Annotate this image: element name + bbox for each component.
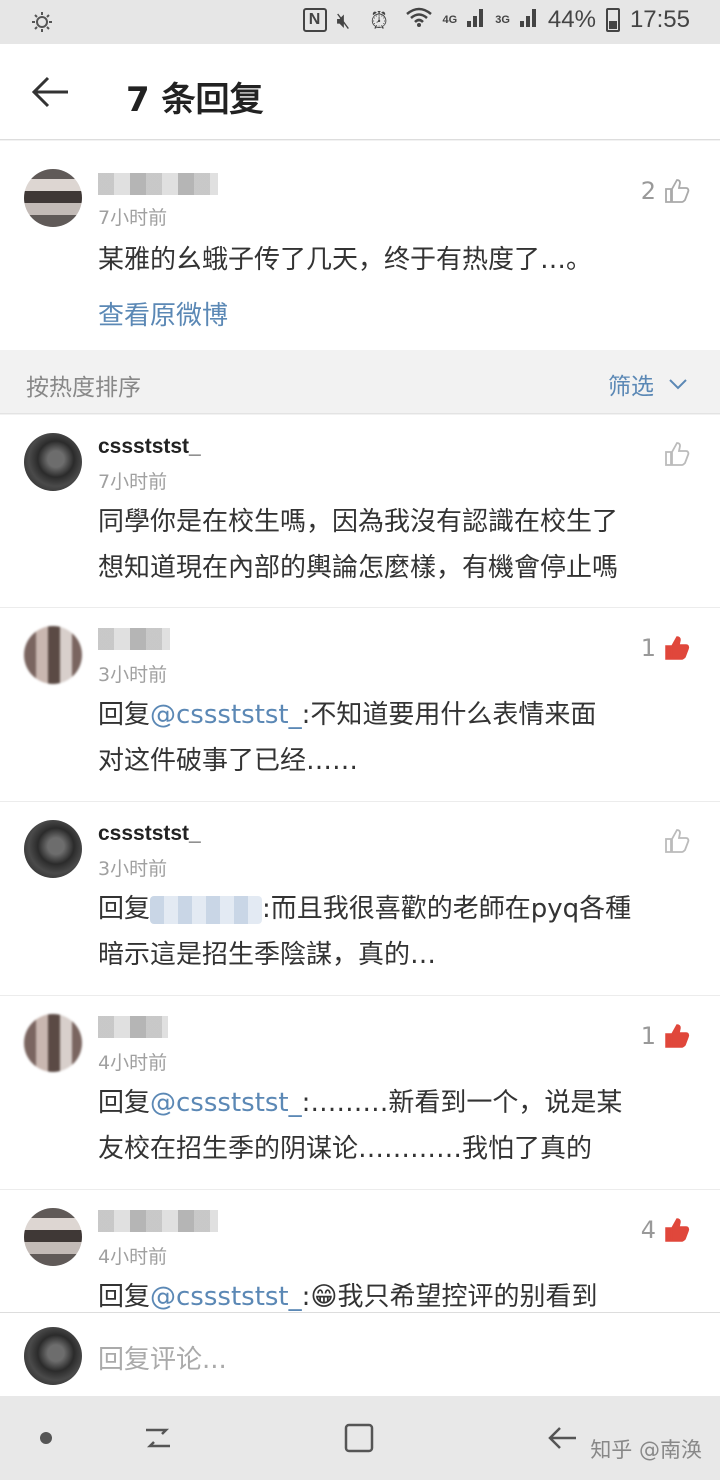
list-item: 4小时前 4 回复@cssststst_:😁我只希望控评的别看到: [0, 1190, 720, 1312]
alarm-icon: ⏰︎: [370, 8, 388, 33]
like-button[interactable]: [664, 828, 690, 854]
reply-text: :而且我很喜歡的老師在pyq各種: [262, 894, 632, 924]
mention-link[interactable]: @cssststst_: [150, 700, 302, 730]
comment-text-line: 想知道現在內部的輿論怎麼樣，有機會停止嗎: [98, 553, 619, 583]
avatar[interactable]: [24, 433, 82, 491]
redacted-username: [98, 1210, 218, 1232]
comment-username[interactable]: cssststst_: [98, 822, 201, 846]
like-button[interactable]: 1: [641, 634, 690, 662]
comment-list: cssststst_ 7小时前 同學你是在校生嗎，因為我沒有認識在校生了 想知道…: [0, 415, 720, 1312]
comment-text-line: 回复 :而且我很喜歡的老師在pyq各種: [98, 886, 631, 932]
comment-time: 7小时前: [98, 471, 168, 493]
reply-text: :😁我只希望控评的别看到: [301, 1282, 598, 1312]
redacted-mention: [150, 895, 263, 924]
comment-text-line: 暗示這是招生季陰謀，真的…: [98, 940, 437, 970]
like-button[interactable]: [664, 441, 690, 467]
reply-text: :不知道要用什么表情来面: [301, 700, 597, 730]
thumbs-up-filled-icon: [665, 636, 690, 660]
avatar[interactable]: [24, 1014, 82, 1072]
comment-time: 7小时前: [98, 207, 168, 229]
comment-time: 4小时前: [98, 1052, 168, 1074]
avatar[interactable]: [24, 169, 82, 227]
my-avatar: [24, 1327, 82, 1385]
watermark: 知乎 @南涣: [590, 1438, 702, 1462]
thumbs-up-filled-icon: [665, 1218, 690, 1242]
comment-time: 3小时前: [98, 664, 168, 686]
mute-icon: 🔇︎: [336, 8, 351, 33]
thumbs-up-icon: [665, 829, 690, 853]
comment-text-line: 友校在招生季的阴谋论…………我怕了真的: [98, 1134, 593, 1164]
page-title: 7 条回复: [126, 80, 264, 120]
comment-text-line: 对这件破事了已经……: [98, 746, 359, 776]
avatar[interactable]: [24, 1208, 82, 1266]
list-item: 4小时前 1 回复@cssststst_:………新看到一个，说是某 友校在招生季…: [0, 996, 720, 1190]
status-bar: N 🔇︎ ⏰︎ 4G 3G 44% 17:55: [0, 0, 720, 44]
network-4g-label: 4G: [442, 14, 458, 26]
like-button[interactable]: 4: [641, 1216, 690, 1244]
nav-dot-icon[interactable]: [40, 1432, 52, 1444]
avatar[interactable]: [24, 820, 82, 878]
reply-prefix: 回复: [98, 894, 151, 924]
list-item: cssststst_ 7小时前 同學你是在校生嗎，因為我沒有認識在校生了 想知道…: [0, 415, 720, 608]
filter-button[interactable]: 筛选: [608, 367, 688, 401]
like-count: 4: [640, 1216, 656, 1244]
battery-icon: [605, 8, 620, 32]
app-header: 7 条回复: [0, 44, 720, 140]
original-comment: 7小时前 2 某雅的幺蛾子传了几天，终于有热度了…。 查看原微博: [0, 141, 720, 350]
avatar[interactable]: [24, 626, 82, 684]
mention-link[interactable]: @cssststst_: [150, 1282, 302, 1312]
comment-text: 某雅的幺蛾子传了几天，终于有热度了…。: [98, 245, 593, 275]
battery-percent: 44%: [547, 6, 596, 33]
comment-time: 4小时前: [98, 1246, 168, 1268]
like-button[interactable]: 1: [641, 1022, 690, 1050]
redacted-username: [98, 1016, 168, 1038]
thumbs-up-icon: [665, 179, 690, 203]
reply-bar: 回复评论...: [0, 1312, 720, 1396]
home-icon[interactable]: [341, 1420, 377, 1456]
sort-label[interactable]: 按热度排序: [26, 368, 141, 402]
back-arrow-icon[interactable]: [28, 72, 72, 112]
comment-text-line: 回复@cssststst_:😁我只希望控评的别看到: [98, 1274, 598, 1312]
filter-label: 筛选: [608, 374, 654, 400]
signal-icon-1: [467, 6, 485, 34]
signal-icon-2: [519, 6, 538, 34]
like-button[interactable]: 2: [641, 177, 690, 205]
redacted-username: [98, 173, 218, 195]
mention-link[interactable]: @cssststst_: [150, 1088, 302, 1118]
chevron-down-icon: [669, 379, 687, 390]
recent-apps-icon[interactable]: [140, 1420, 176, 1456]
comment-time: 3小时前: [98, 858, 168, 880]
comment-text-line: 回复@cssststst_:………新看到一个，说是某: [98, 1080, 622, 1126]
like-count: 1: [640, 634, 656, 662]
comment-text-line: 同學你是在校生嗎，因為我沒有認識在校生了: [98, 507, 619, 537]
reply-input[interactable]: 回复评论...: [98, 1339, 227, 1376]
reply-prefix: 回复: [98, 1282, 151, 1312]
redacted-username: [98, 628, 170, 650]
network-3g-label: 3G: [495, 14, 510, 26]
list-item: 3小时前 1 回复@cssststst_:不知道要用什么表情来面 对这件破事了已…: [0, 608, 720, 802]
view-original-weibo-link[interactable]: 查看原微博: [98, 295, 228, 332]
reply-prefix: 回复: [98, 1088, 151, 1118]
nfc-icon: N: [302, 8, 327, 32]
system-nav-bar: 知乎 @南涣: [0, 1396, 720, 1480]
like-count: 1: [640, 1022, 656, 1050]
comment-username[interactable]: cssststst_: [98, 435, 201, 459]
sort-bar: 按热度排序 筛选: [0, 350, 720, 414]
reply-text: :………新看到一个，说是某: [301, 1088, 623, 1118]
reply-prefix: 回复: [98, 700, 151, 730]
clock: 17:55: [629, 6, 690, 33]
thumbs-up-filled-icon: [665, 1024, 690, 1048]
thumbs-up-icon: [665, 442, 690, 466]
like-count: 2: [640, 177, 656, 205]
list-item: cssststst_ 3小时前 回复 :而且我很喜歡的老師在pyq各種 暗示這是招…: [0, 802, 720, 996]
back-nav-icon[interactable]: [544, 1420, 580, 1456]
weather-icon: [32, 12, 52, 32]
wifi-icon: [405, 6, 433, 34]
comment-text-line: 回复@cssststst_:不知道要用什么表情来面: [98, 692, 596, 738]
